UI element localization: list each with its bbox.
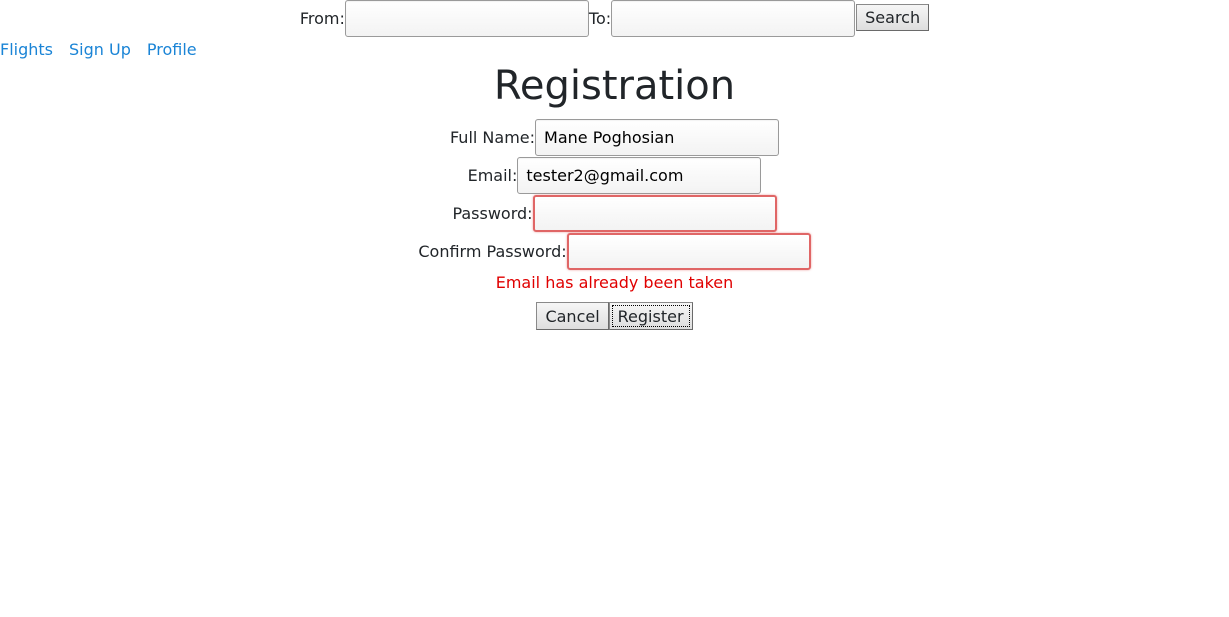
nav-link-sign-up[interactable]: Sign Up (69, 40, 131, 60)
error-message: Email has already been taken (495, 273, 734, 292)
page-title: Registration (493, 63, 736, 109)
nav-link-profile[interactable]: Profile (147, 40, 197, 60)
to-field-group: To: (588, 0, 856, 37)
full-name-input[interactable] (535, 118, 780, 156)
main-nav: Flights Sign Up Profile (0, 40, 213, 60)
to-label: To: (588, 9, 612, 28)
password-label: Password: (452, 203, 533, 223)
from-label: From: (299, 9, 345, 28)
email-input[interactable] (517, 156, 762, 194)
from-field-group: From: (300, 0, 589, 37)
email-label: Email: (467, 165, 518, 185)
password-input[interactable] (532, 194, 777, 232)
confirm-password-label: Confirm Password: (418, 241, 567, 261)
email-row: Email: (0, 156, 1229, 194)
password-row: Password: (0, 194, 1229, 232)
from-input[interactable] (344, 0, 589, 37)
full-name-row: Full Name: (0, 118, 1229, 156)
search-button[interactable]: Search (856, 4, 930, 31)
register-button[interactable]: Register (608, 302, 693, 330)
cancel-button[interactable]: Cancel (536, 302, 609, 330)
nav-link-flights[interactable]: Flights (0, 40, 53, 60)
registration-form: Full Name: Email: Password: Confirm Pass… (0, 118, 1229, 330)
confirm-password-row: Confirm Password: (0, 232, 1229, 270)
full-name-label: Full Name: (449, 127, 536, 147)
confirm-password-input[interactable] (566, 232, 811, 270)
search-bar: From: To: Search (0, 0, 1229, 40)
form-actions: Cancel Register (0, 302, 1229, 330)
to-input[interactable] (611, 0, 856, 37)
